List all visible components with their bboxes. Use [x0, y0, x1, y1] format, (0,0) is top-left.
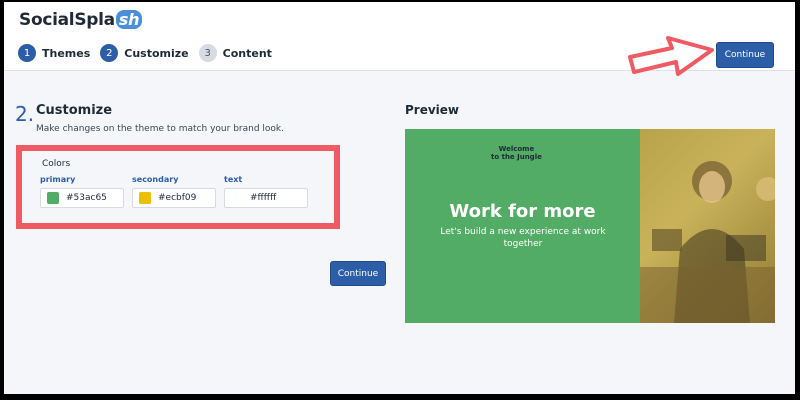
swatch-label: text	[224, 175, 243, 184]
primary-color-group: primary #53ac65	[40, 175, 124, 208]
color-swatch[interactable]	[231, 192, 243, 204]
app-logo[interactable]: SocialSpla sh	[19, 10, 143, 30]
brand-line-1: Welcome	[498, 145, 535, 153]
logo-text: SocialSpla	[19, 10, 115, 30]
step-number: 1	[18, 44, 36, 62]
step-label: Customize	[124, 46, 189, 60]
swatch-value: #ecbf09	[158, 193, 197, 203]
app-window: SocialSpla sh 1 Themes 2 Customize 3 Cont…	[4, 2, 795, 394]
primary-color-input[interactable]: #53ac65	[40, 188, 124, 208]
swatch-value: #53ac65	[66, 193, 107, 203]
swatch-label: primary	[40, 175, 76, 184]
preview-subline: Let's build a new experience at work tog…	[440, 227, 606, 249]
colors-title: Colors	[42, 159, 71, 169]
preview-banner: Welcome to the Jungle Work for more Let'…	[405, 129, 775, 323]
step-number: 2	[100, 44, 119, 62]
step-customize[interactable]: 2 Customize	[100, 44, 189, 62]
step-themes[interactable]: 1 Themes	[18, 44, 90, 62]
brand-logo: Welcome to the Jungle	[491, 145, 542, 161]
secondary-color-input[interactable]: #ecbf09	[132, 188, 216, 208]
section-subtitle: Make changes on the theme to match your …	[36, 124, 284, 134]
people-photo-icon	[640, 161, 775, 323]
step-label: Content	[222, 46, 272, 60]
swatch-value: #ffffff	[250, 193, 277, 203]
swatch-label: secondary	[132, 175, 179, 184]
color-swatch[interactable]	[47, 192, 59, 204]
text-color-input[interactable]: #ffffff	[224, 188, 308, 208]
brand-line-2: to the Jungle	[491, 153, 542, 161]
logo-badge: sh	[115, 10, 143, 29]
customize-continue-button[interactable]: Continue	[330, 261, 386, 286]
secondary-color-group: secondary #ecbf09	[132, 175, 216, 208]
step-content[interactable]: 3 Content	[198, 44, 272, 62]
colors-panel: Colors primary #53ac65 secondary #ecbf09…	[16, 145, 340, 229]
step-number: 3	[198, 44, 217, 62]
preview-title: Preview	[405, 103, 460, 117]
header-continue-button[interactable]: Continue	[716, 42, 774, 68]
section-number: 2.	[15, 102, 35, 126]
preview-headline: Work for more	[449, 201, 596, 222]
stepper: 1 Themes 2 Customize 3 Content	[18, 44, 272, 62]
preview-green-panel: Welcome to the Jungle Work for more Let'…	[405, 129, 640, 323]
text-color-group: text #ffffff	[224, 175, 308, 208]
preview-photo	[640, 129, 775, 323]
color-swatch[interactable]	[139, 192, 151, 204]
annotation-arrow-icon	[628, 36, 714, 76]
section-title: Customize	[36, 103, 113, 118]
step-label: Themes	[42, 46, 91, 60]
